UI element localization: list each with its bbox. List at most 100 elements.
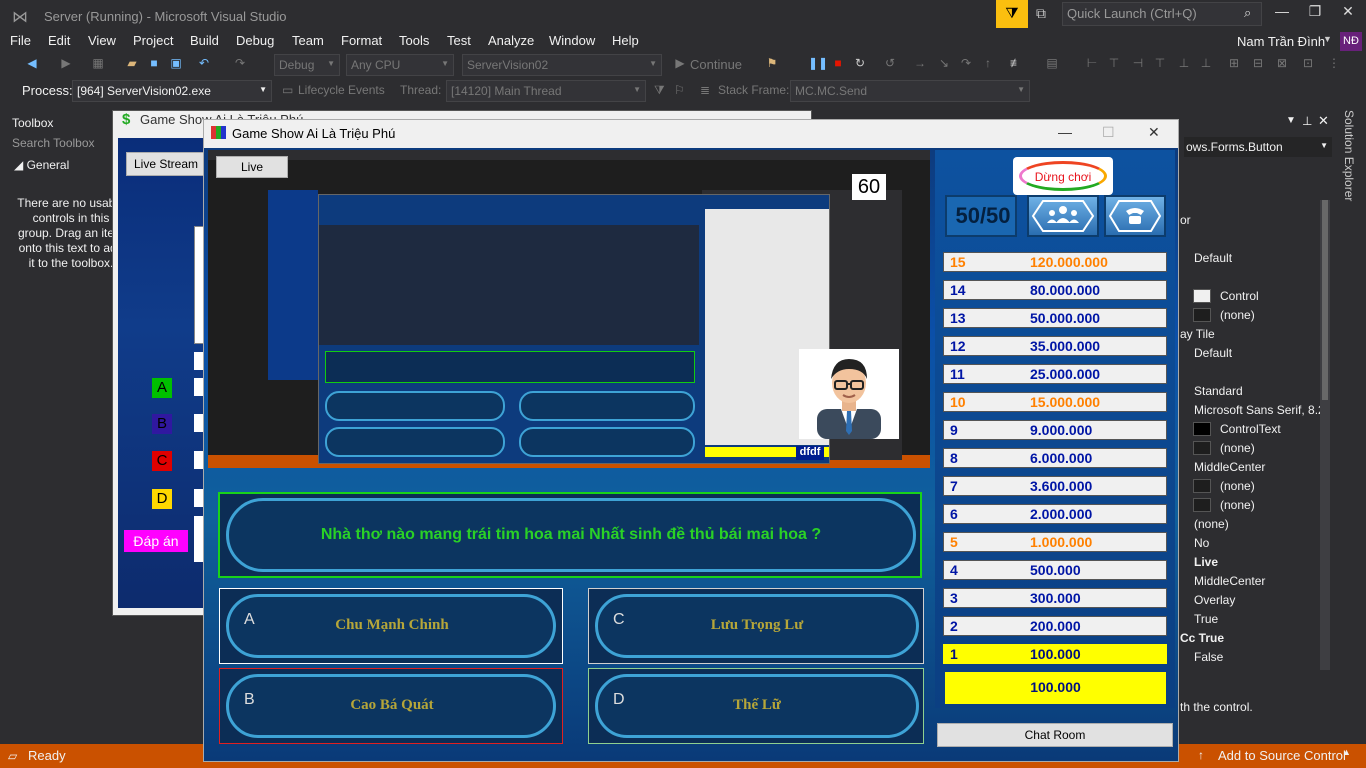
- align-center-icon[interactable]: ⊤: [1106, 56, 1122, 72]
- toolbox-group-general[interactable]: ◢ General: [14, 158, 69, 172]
- property-value[interactable]: MiddleCenter: [1194, 460, 1265, 474]
- feedback-icon[interactable]: ⧉: [1036, 5, 1054, 23]
- toolbar-extra-icon[interactable]: ▤: [1044, 56, 1060, 72]
- property-value[interactable]: Default: [1194, 346, 1232, 360]
- undo-icon[interactable]: ↶: [196, 56, 212, 72]
- forward-icon[interactable]: ▶: [58, 56, 74, 72]
- menu-view[interactable]: View: [88, 33, 116, 48]
- lifeline-5050-button[interactable]: 50/50: [945, 195, 1017, 237]
- configuration-select[interactable]: Debug ▼: [274, 54, 340, 76]
- hex-display-icon[interactable]: ≢: [1008, 56, 1024, 72]
- size-to-grid-icon[interactable]: ⊡: [1300, 56, 1316, 72]
- answer-c-badge[interactable]: C: [152, 451, 172, 471]
- menu-analyze[interactable]: Analyze: [488, 33, 534, 48]
- stop-icon[interactable]: ■: [830, 56, 846, 72]
- property-value[interactable]: No: [1194, 536, 1209, 550]
- back-icon[interactable]: ◀: [24, 56, 40, 72]
- property-value[interactable]: Default: [1194, 251, 1232, 265]
- minimize-icon[interactable]: —: [1270, 3, 1294, 19]
- property-value[interactable]: True: [1194, 612, 1218, 626]
- restore-icon[interactable]: ❐: [1303, 3, 1327, 20]
- make-same-height-icon[interactable]: ⊟: [1250, 56, 1266, 72]
- align-bottom-icon[interactable]: ⊥: [1198, 56, 1214, 72]
- make-same-width-icon[interactable]: ⊞: [1226, 56, 1242, 72]
- close-icon[interactable]: ✕: [1318, 113, 1329, 129]
- live-stream-button[interactable]: Live Stream: [126, 152, 206, 176]
- property-value[interactable]: ControlText: [1220, 422, 1281, 436]
- solution-explorer-tab[interactable]: Solution Explorer: [1340, 110, 1356, 201]
- save-all-icon[interactable]: ▣: [168, 56, 184, 72]
- answer-a-badge[interactable]: A: [152, 378, 172, 398]
- source-control-button[interactable]: Add to Source Control: [1218, 748, 1346, 763]
- property-value[interactable]: (none): [1220, 308, 1255, 322]
- continue-button[interactable]: Continue: [690, 57, 742, 72]
- process-select[interactable]: [964] ServerVision02.exe ▼: [72, 80, 272, 102]
- align-middle-icon[interactable]: ⊥: [1176, 56, 1192, 72]
- answer-a-button[interactable]: A Chu Mạnh Chinh: [219, 588, 563, 664]
- spacing-icon[interactable]: ⋮: [1326, 56, 1342, 72]
- property-value[interactable]: False: [1194, 650, 1223, 664]
- property-value[interactable]: Cc True: [1180, 631, 1224, 645]
- close-icon[interactable]: ✕: [1336, 3, 1360, 20]
- property-value[interactable]: (none): [1220, 498, 1255, 512]
- chevron-down-icon[interactable]: ▼: [1323, 34, 1332, 44]
- menu-edit[interactable]: Edit: [48, 33, 70, 48]
- show-next-statement-icon[interactable]: →: [912, 56, 928, 72]
- menu-window[interactable]: Window: [549, 33, 595, 48]
- align-right-icon[interactable]: ⊣: [1130, 56, 1146, 72]
- menu-build[interactable]: Build: [190, 33, 219, 48]
- property-value[interactable]: (none): [1220, 441, 1255, 455]
- redo-icon[interactable]: ↷: [232, 56, 248, 72]
- property-value[interactable]: MiddleCenter: [1194, 574, 1265, 588]
- lifecycle-events-button[interactable]: Lifecycle Events: [298, 83, 385, 97]
- open-folder-icon[interactable]: ▰: [124, 56, 140, 72]
- menu-file[interactable]: File: [10, 33, 31, 48]
- menu-debug[interactable]: Debug: [236, 33, 274, 48]
- maximize-icon[interactable]: ☐: [1102, 124, 1115, 141]
- play-icon[interactable]: ▶: [672, 56, 688, 72]
- toolbox-search-input[interactable]: Search Toolbox: [10, 134, 110, 154]
- menu-team[interactable]: Team: [292, 33, 324, 48]
- chevron-down-icon[interactable]: ▼: [1286, 115, 1296, 126]
- answer-c-button[interactable]: C Lưu Trọng Lư: [588, 588, 924, 664]
- menu-project[interactable]: Project: [133, 33, 173, 48]
- startup-project-select[interactable]: ServerVision02 ▼: [462, 54, 662, 76]
- property-value[interactable]: Standard: [1194, 384, 1243, 398]
- flag-icon[interactable]: ⚐: [674, 83, 685, 97]
- property-value[interactable]: Live: [1194, 555, 1218, 569]
- step-into-icon[interactable]: ↘: [936, 56, 952, 72]
- phone-friend-button[interactable]: [1104, 195, 1166, 237]
- answer-b-button[interactable]: B Cao Bá Quát: [219, 668, 563, 744]
- new-project-icon[interactable]: ▦: [90, 56, 106, 72]
- chat-room-button[interactable]: Chat Room: [937, 723, 1173, 747]
- platform-select[interactable]: Any CPU ▼: [346, 54, 454, 76]
- close-icon[interactable]: ✕: [1148, 124, 1160, 141]
- step-over-icon[interactable]: ↷: [958, 56, 974, 72]
- pin-icon[interactable]: ⊥: [1302, 114, 1312, 128]
- align-top-icon[interactable]: ⊤: [1152, 56, 1168, 72]
- thread-select[interactable]: [14120] Main Thread ▼: [446, 80, 646, 102]
- notification-filter-icon[interactable]: ⧩: [996, 0, 1028, 28]
- menu-test[interactable]: Test: [447, 33, 471, 48]
- property-value[interactable]: (none): [1194, 517, 1229, 531]
- scrollbar-thumb[interactable]: [1322, 200, 1328, 400]
- answer-d-button[interactable]: D Thế Lữ: [588, 668, 924, 744]
- restart-icon[interactable]: ↻: [852, 56, 868, 72]
- search-icon[interactable]: ⌕: [1244, 5, 1251, 21]
- property-value[interactable]: Overlay: [1194, 593, 1235, 607]
- ask-audience-button[interactable]: [1027, 195, 1099, 237]
- avatar[interactable]: NĐ: [1340, 32, 1362, 51]
- hot-reload-icon[interactable]: ↺: [882, 56, 898, 72]
- menu-tools[interactable]: Tools: [399, 33, 429, 48]
- answer-d-badge[interactable]: D: [152, 489, 172, 509]
- make-same-size-icon[interactable]: ⊠: [1274, 56, 1290, 72]
- account-name[interactable]: Nam Trần Đình: [1237, 34, 1325, 49]
- answer-b-badge[interactable]: B: [152, 414, 172, 434]
- properties-object-select[interactable]: ows.Forms.Button ▼: [1184, 137, 1332, 157]
- menu-help[interactable]: Help: [612, 33, 639, 48]
- step-out-icon[interactable]: ↑: [980, 56, 996, 72]
- menu-format[interactable]: Format: [341, 33, 382, 48]
- chevron-up-icon[interactable]: ▲: [1342, 747, 1351, 757]
- property-value[interactable]: Microsoft Sans Serif, 8.2: [1194, 403, 1325, 417]
- pause-icon[interactable]: ❚❚: [808, 56, 828, 72]
